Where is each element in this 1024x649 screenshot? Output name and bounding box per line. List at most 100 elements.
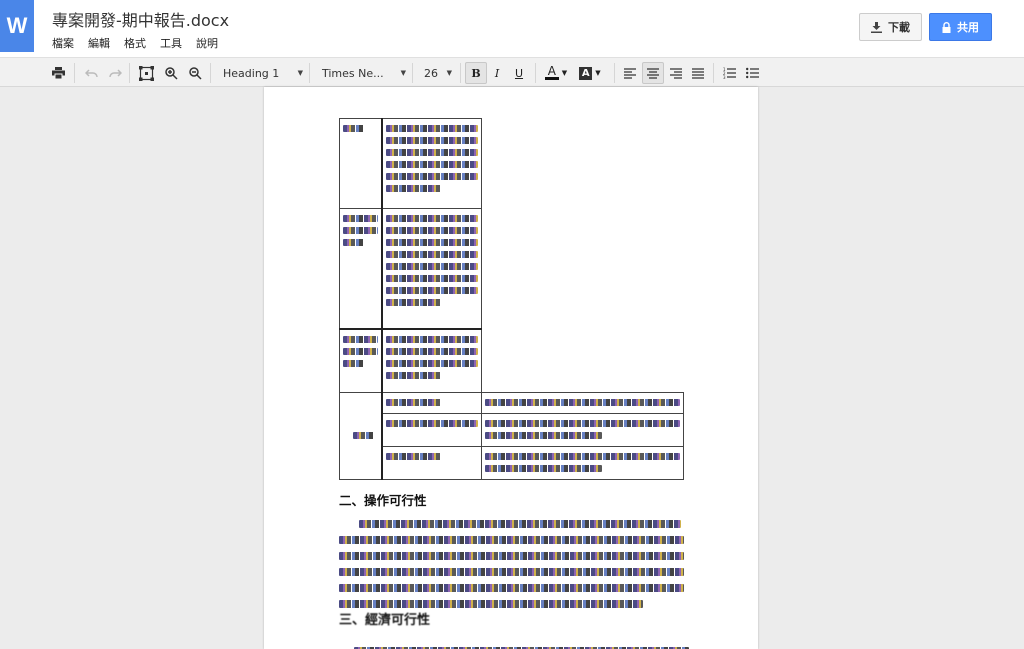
table-cell — [339, 392, 383, 480]
align-justify-icon — [692, 67, 704, 79]
paragraph-style-select[interactable]: Heading 1 ▼ — [213, 62, 307, 84]
table-cell — [481, 413, 684, 447]
chevron-down-icon: ▼ — [297, 69, 303, 77]
table-row — [339, 118, 684, 209]
align-right-button[interactable] — [665, 62, 687, 84]
redacted-text — [385, 359, 478, 367]
download-button[interactable]: 下載 — [859, 13, 922, 41]
redacted-text — [385, 399, 441, 406]
redacted-text — [343, 335, 378, 343]
redacted-text — [385, 420, 478, 427]
numbered-list-button[interactable]: 123 — [718, 62, 740, 84]
redacted-text — [385, 335, 478, 343]
table-cell — [481, 392, 684, 414]
italic-button[interactable]: I — [486, 62, 508, 84]
redacted-text — [385, 239, 478, 246]
redacted-text — [485, 420, 680, 427]
zoom-in-button[interactable] — [160, 62, 182, 84]
redacted-text — [385, 149, 478, 156]
table-cell — [339, 327, 383, 393]
align-center-button[interactable] — [642, 62, 664, 84]
redacted-text — [339, 568, 684, 576]
menu-tools[interactable]: 工具 — [160, 35, 182, 51]
table-empty-cell — [482, 209, 684, 329]
document-title[interactable]: 專案開發-期中報告.docx — [52, 7, 229, 31]
font-family-value: Times Ne... — [322, 66, 384, 80]
redacted-text — [385, 453, 441, 460]
app-header: W 專案開發-期中報告.docx 檔案 編輯 格式 工具 說明 下載 共用 — [0, 0, 1024, 57]
toolbar-separator — [713, 63, 714, 83]
numbered-list-icon: 123 — [723, 67, 736, 79]
text-color-glyph: A — [547, 64, 556, 78]
share-button[interactable]: 共用 — [929, 13, 992, 41]
table-cell — [381, 392, 482, 414]
text-color-button[interactable]: A ▼ — [540, 62, 572, 84]
table-row — [340, 446, 684, 480]
redo-button[interactable] — [104, 62, 126, 84]
redacted-text — [353, 432, 374, 439]
menu-help[interactable]: 說明 — [196, 35, 218, 51]
redacted-text — [385, 299, 441, 306]
redacted-text — [385, 215, 478, 222]
document-table[interactable] — [339, 118, 684, 480]
chevron-down-icon: ▼ — [400, 69, 406, 77]
highlight-color-button[interactable]: A ▼ — [574, 62, 606, 84]
underline-button[interactable]: U — [508, 62, 530, 84]
chevron-down-icon: ▼ — [446, 69, 452, 77]
redacted-text — [385, 137, 478, 144]
table-empty-cell — [482, 119, 684, 209]
redacted-text — [339, 536, 684, 544]
font-size-value: 26 — [424, 66, 438, 80]
bulleted-list-button[interactable] — [741, 62, 763, 84]
redacted-text — [385, 173, 478, 180]
section-heading[interactable]: 二、操作可行性 — [339, 490, 427, 509]
paragraph-style-value: Heading 1 — [223, 66, 280, 80]
align-center-icon — [647, 67, 659, 79]
body-paragraph[interactable] — [339, 520, 684, 616]
font-family-select[interactable]: Times Ne... ▼ — [312, 62, 410, 84]
menu-edit[interactable]: 編輯 — [88, 35, 110, 51]
redacted-text — [359, 520, 681, 528]
bulleted-list-icon — [745, 67, 759, 79]
undo-button[interactable] — [80, 62, 102, 84]
table-cell — [339, 118, 383, 209]
toolbar-separator — [460, 63, 461, 83]
redacted-text — [385, 275, 478, 282]
table-cell — [339, 208, 383, 329]
align-left-button[interactable] — [619, 62, 641, 84]
toolbar-separator — [309, 63, 310, 83]
highlight-icon: A — [579, 66, 593, 80]
bold-button[interactable]: B — [465, 62, 487, 84]
table-cell — [381, 327, 482, 393]
body-paragraph[interactable] — [354, 643, 689, 649]
redacted-text — [485, 399, 680, 406]
svg-text:3: 3 — [723, 75, 726, 79]
share-label: 共用 — [957, 21, 979, 34]
document-page[interactable]: 二、操作可行性 三、經濟可行性 — [264, 87, 758, 649]
table-cell — [481, 446, 684, 480]
zoom-out-button[interactable] — [184, 62, 206, 84]
font-size-select[interactable]: 26 ▼ — [414, 62, 456, 84]
print-icon — [51, 67, 65, 79]
menu-format[interactable]: 格式 — [124, 35, 146, 51]
section-heading[interactable]: 三、經濟可行性 — [339, 609, 430, 628]
chevron-down-icon: ▼ — [595, 69, 601, 77]
fit-page-button[interactable] — [135, 62, 157, 84]
app-logo[interactable]: W — [0, 0, 34, 52]
lock-icon — [942, 21, 951, 33]
align-justify-button[interactable] — [687, 62, 709, 84]
table-row — [339, 208, 684, 329]
print-button[interactable] — [47, 62, 69, 84]
redo-icon — [108, 68, 122, 77]
menu-file[interactable]: 檔案 — [52, 35, 74, 51]
redacted-text — [385, 347, 478, 355]
undo-icon — [84, 68, 98, 77]
toolbar-separator — [74, 63, 75, 83]
chevron-down-icon: ▼ — [561, 69, 568, 77]
zoom-in-icon — [164, 66, 178, 80]
download-icon — [871, 21, 882, 33]
toolbar-separator — [129, 63, 130, 83]
redacted-text — [339, 552, 684, 560]
table-cell — [381, 446, 482, 480]
redacted-text — [385, 227, 478, 234]
